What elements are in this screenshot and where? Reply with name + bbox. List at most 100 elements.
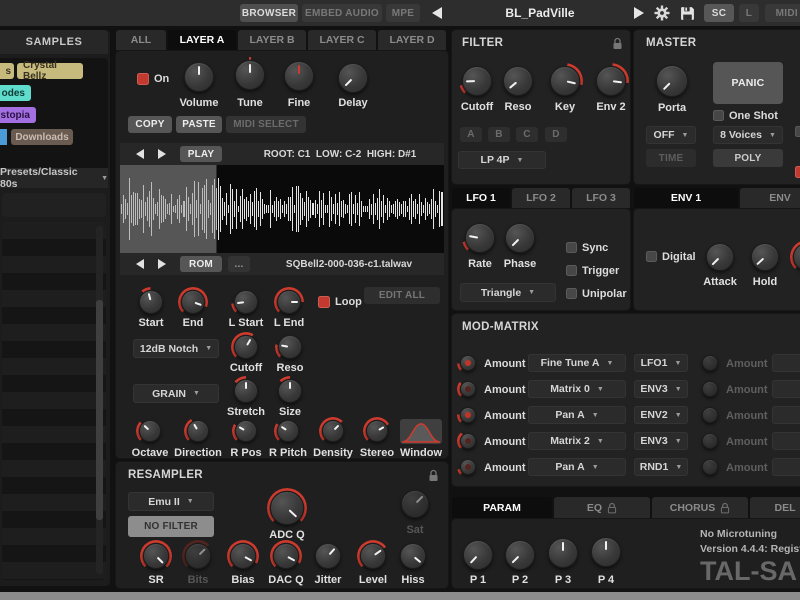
filter-layer-d-button[interactable]: D	[545, 127, 567, 142]
volume-knob[interactable]	[184, 62, 214, 92]
preset-list[interactable]	[2, 222, 106, 580]
sat-knob[interactable]	[401, 490, 429, 518]
tab-layer-d[interactable]: LAYER D	[378, 30, 446, 50]
env-attack-knob[interactable]	[706, 243, 734, 271]
midi-learn-button[interactable]: MIDI LE	[765, 4, 800, 22]
browser-button[interactable]: BROWSER	[240, 4, 298, 22]
tag-downloads[interactable]: Downloads	[11, 129, 73, 145]
preset-next-button[interactable]	[630, 5, 648, 21]
rpitch-knob[interactable]	[277, 420, 299, 442]
edit-all-button[interactable]: EDIT ALL	[364, 287, 440, 304]
tab-chorus[interactable]: CHORUS	[652, 497, 748, 518]
loop-checkbox[interactable]	[318, 296, 330, 308]
tab-layer-a[interactable]: LAYER A	[168, 30, 236, 50]
voices-dropdown[interactable]: 8 Voices ▼	[713, 126, 783, 144]
bits-knob[interactable]	[185, 543, 211, 569]
tab-all[interactable]: ALL	[116, 30, 166, 50]
rpos-knob[interactable]	[235, 420, 257, 442]
mod-amount-knob-3[interactable]	[460, 407, 476, 423]
tab-layer-b[interactable]: LAYER B	[238, 30, 306, 50]
sample-prev-button[interactable]	[136, 149, 144, 159]
tag-stopia[interactable]: stopia	[0, 107, 36, 123]
mod-dest-dropdown-2[interactable]: Matrix 0▼	[528, 380, 626, 398]
scrollbar-thumb[interactable]	[96, 300, 103, 520]
layer-cutoff-knob[interactable]	[234, 335, 258, 359]
tag-fragment-blue[interactable]	[0, 129, 7, 145]
octave-knob[interactable]	[139, 420, 161, 442]
mod-dest2-dropdown-4[interactable]	[772, 432, 800, 450]
mod-amount2-knob-1[interactable]	[702, 355, 718, 371]
scrollbar-track[interactable]	[96, 226, 103, 574]
mod-amount-knob-2[interactable]	[460, 381, 476, 397]
save-button[interactable]	[678, 5, 696, 21]
lfo-trigger-checkbox[interactable]	[566, 265, 577, 276]
play-button[interactable]: PLAY	[180, 146, 222, 162]
mod-dest2-dropdown-1[interactable]	[772, 354, 800, 372]
p4-knob[interactable]	[591, 537, 621, 567]
jitter-knob[interactable]	[315, 543, 341, 569]
preset-path-dropdown[interactable]: Presets/Classic 80s ▼	[0, 168, 108, 188]
sr-knob[interactable]	[143, 543, 169, 569]
tune-knob[interactable]	[235, 60, 265, 90]
mod-amount2-knob-2[interactable]	[702, 381, 718, 397]
env-digital-checkbox[interactable]	[646, 251, 657, 262]
tag-fragment[interactable]: s	[0, 63, 14, 79]
lfo-waveform-dropdown[interactable]: Triangle ▼	[460, 283, 556, 302]
cutoff-edge-checkbox[interactable]	[795, 126, 800, 137]
filter-cutoff-knob[interactable]	[462, 66, 492, 96]
bias-knob[interactable]	[230, 543, 256, 569]
mod-amount2-knob-4[interactable]	[702, 433, 718, 449]
sample-mode-dropdown[interactable]: GRAIN ▼	[133, 384, 219, 403]
mod-amount-knob-4[interactable]	[460, 433, 476, 449]
porta-knob[interactable]	[656, 65, 688, 97]
tab-layer-c[interactable]: LAYER C	[308, 30, 376, 50]
waveform-display[interactable]	[120, 165, 444, 253]
env-edge-knob[interactable]	[793, 243, 800, 271]
hiss-knob[interactable]	[400, 543, 426, 569]
tab-lfo-2[interactable]: LFO 2	[512, 188, 570, 208]
end-knob[interactable]	[181, 290, 205, 314]
l-button[interactable]: L	[739, 4, 759, 22]
settings-button[interactable]	[653, 5, 671, 21]
window-shape-display[interactable]	[400, 419, 442, 444]
poly-button[interactable]: POLY	[713, 149, 783, 167]
filter-type-dropdown[interactable]: LP 4P ▼	[458, 151, 546, 169]
lfo-phase-knob[interactable]	[505, 223, 535, 253]
panic-button[interactable]: PANIC	[713, 62, 783, 104]
env-hold-knob[interactable]	[751, 243, 779, 271]
copy-button[interactable]: COPY	[128, 116, 172, 133]
layer-filter-type-dropdown[interactable]: 12dB Notch ▼	[133, 339, 219, 358]
stretch-knob[interactable]	[234, 379, 258, 403]
browse-file-button[interactable]: ...	[228, 256, 250, 272]
embed-audio-button[interactable]: EMBED AUDIO	[302, 4, 382, 22]
direction-knob[interactable]	[187, 420, 209, 442]
mod-source-dropdown-4[interactable]: ENV3▼	[634, 432, 688, 450]
paste-button[interactable]: PASTE	[176, 116, 222, 133]
mod-source-dropdown-2[interactable]: ENV3▼	[634, 380, 688, 398]
mod-dest-dropdown-4[interactable]: Matrix 2▼	[528, 432, 626, 450]
density-knob[interactable]	[322, 420, 344, 442]
filter-layer-b-button[interactable]: B	[488, 127, 510, 142]
tab-delay[interactable]: DEL	[750, 497, 800, 518]
mod-dest-dropdown-1[interactable]: Fine Tune A▼	[528, 354, 626, 372]
mod-dest2-dropdown-5[interactable]	[772, 458, 800, 476]
layer-on-checkbox[interactable]	[137, 73, 149, 85]
rom-next-button[interactable]	[158, 259, 166, 269]
p1-knob[interactable]	[463, 540, 493, 570]
tab-lfo-1[interactable]: LFO 1	[452, 188, 510, 208]
start-knob[interactable]	[139, 290, 163, 314]
mod-amount-knob-5[interactable]	[460, 459, 476, 475]
tab-lfo-3[interactable]: LFO 3	[572, 188, 630, 208]
sample-search-input[interactable]	[2, 193, 106, 217]
rom-button[interactable]: ROM	[180, 256, 222, 272]
sc-button[interactable]: SC	[704, 4, 734, 22]
tab-eq[interactable]: EQ	[554, 497, 650, 518]
p3-knob[interactable]	[548, 538, 578, 568]
no-filter-button[interactable]: NO FILTER	[128, 516, 214, 537]
size-knob[interactable]	[278, 379, 302, 403]
mpe-button[interactable]: MPE	[386, 4, 420, 22]
filter-layer-c-button[interactable]: C	[516, 127, 538, 142]
mod-amount2-knob-5[interactable]	[702, 459, 718, 475]
lfo-unipolar-checkbox[interactable]	[566, 288, 577, 299]
tab-param[interactable]: PARAM	[452, 497, 552, 518]
